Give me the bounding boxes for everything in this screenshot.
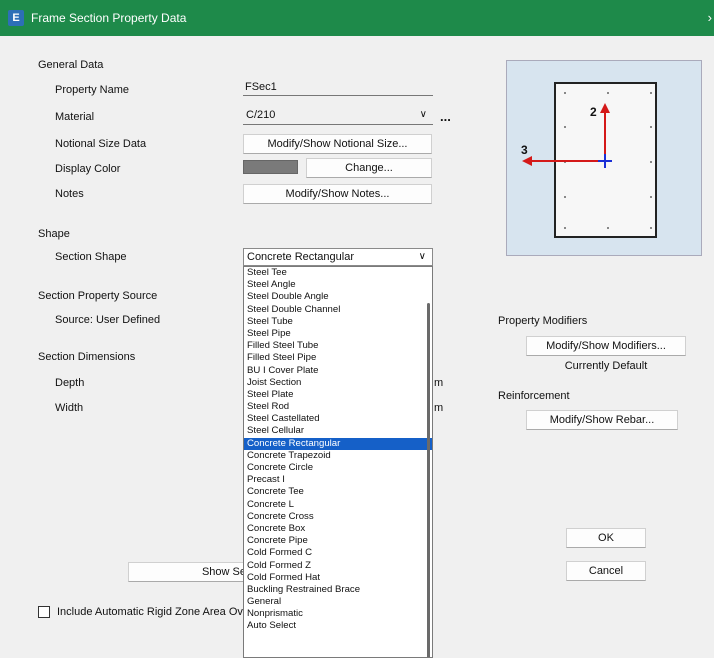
dropdown-option[interactable]: Cold Formed Z [244,560,432,572]
dropdown-option[interactable]: Joist Section [244,377,432,389]
dropdown-option[interactable]: Concrete Trapezoid [244,450,432,462]
section-dimensions-title: Section Dimensions [38,351,136,363]
property-name-input[interactable]: FSec1 [243,80,433,96]
local-axes [522,92,652,229]
depth-unit: m [434,377,444,389]
dropdown-option[interactable]: Steel Tube [244,316,432,328]
modify-modifiers-button[interactable]: Modify/Show Modifiers... [526,336,686,356]
dropdown-option[interactable]: Concrete L [244,499,432,511]
dropdown-option[interactable]: Concrete Rectangular [244,437,432,450]
modify-rebar-button[interactable]: Modify/Show Rebar... [526,410,678,430]
dropdown-option[interactable]: Steel Castellated [244,413,432,425]
dropdown-option[interactable]: Concrete Box [244,523,432,535]
dropdown-option[interactable]: Steel Double Angle [244,291,432,303]
shape-title: Shape [38,228,70,240]
material-value: C/210 [246,109,276,121]
width-unit: m [434,402,444,414]
material-more-button[interactable]: ... [440,109,451,124]
notional-size-label: Notional Size Data [55,138,147,150]
dropdown-option[interactable]: Steel Angle [244,279,432,291]
property-name-label: Property Name [55,84,129,96]
title-bar: E Frame Section Property Data › [0,0,714,36]
cancel-button[interactable]: Cancel [566,561,646,581]
dropdown-option[interactable]: Steel Plate [244,389,432,401]
display-color-swatch [243,160,298,174]
modifiers-status: Currently Default [564,360,648,372]
material-select[interactable]: C/210 ∨ [243,107,433,125]
dropdown-option[interactable]: BU I Cover Plate [244,365,432,377]
dropdown-option[interactable]: Concrete Circle [244,462,432,474]
section-preview: 2 3 [506,60,702,256]
dropdown-option[interactable]: Cold Formed Hat [244,572,432,584]
dropdown-option[interactable]: Precast I [244,474,432,486]
depth-label: Depth [55,377,85,389]
section-shape-select[interactable]: Concrete Rectangular ∨ [243,248,433,266]
section-property-source-title: Section Property Source [38,290,158,302]
dropdown-option[interactable]: Steel Pipe [244,328,432,340]
dropdown-option[interactable]: General [244,596,432,608]
axis-2-label: 2 [590,105,597,119]
section-shape-label: Section Shape [55,251,127,263]
axis-2-arrow-icon [600,103,610,113]
dropdown-option[interactable]: Buckling Restrained Brace [244,584,432,596]
rigid-zone-checkbox[interactable] [38,606,50,618]
source-text: Source: User Defined [55,314,161,326]
notes-label: Notes [55,188,84,200]
section-shape-dropdown-list[interactable]: Steel Tee Steel Angle Steel Double Angle St… [243,266,433,658]
dropdown-option[interactable]: Cold Formed C [244,547,432,559]
dropdown-option[interactable]: Steel Tee [244,267,432,279]
dropdown-option[interactable]: Steel Rod [244,401,432,413]
material-label: Material [55,111,95,123]
dropdown-scrollbar[interactable] [427,303,430,657]
dropdown-option[interactable]: Auto Select [244,620,432,632]
axis-3-label: 3 [521,143,528,157]
notes-button[interactable]: Modify/Show Notes... [243,184,432,204]
dropdown-option[interactable]: Filled Steel Pipe [244,352,432,364]
dropdown-option[interactable]: Filled Steel Tube [244,340,432,352]
rigid-zone-label: Include Automatic Rigid Zone Area Ove [57,606,249,618]
general-data-title: General Data [38,59,104,71]
dropdown-option[interactable]: Concrete Tee [244,486,432,498]
width-label: Width [55,402,84,414]
dropdown-option[interactable]: Steel Cellular [244,425,432,437]
dropdown-option[interactable]: Nonprismatic [244,608,432,620]
dropdown-option[interactable]: Steel Double Channel [244,304,432,316]
etabs-app-icon: E [8,10,24,26]
change-color-button[interactable]: Change... [306,158,432,178]
show-section-button[interactable]: Show Se [128,562,248,582]
display-color-label: Display Color [55,163,121,175]
property-modifiers-title: Property Modifiers [498,315,588,327]
close-icon[interactable]: › [708,10,712,25]
window-title: Frame Section Property Data [31,11,187,25]
chevron-down-icon: ∨ [419,109,427,120]
chevron-down-icon: ∨ [418,251,426,262]
dropdown-option[interactable]: Concrete Pipe [244,535,432,547]
dropdown-option[interactable]: Concrete Cross [244,511,432,523]
ok-button[interactable]: OK [566,528,646,548]
axis-3-arrow-icon [522,156,532,166]
section-shape-value: Concrete Rectangular [247,251,355,263]
reinforcement-title: Reinforcement [498,390,570,402]
notional-size-button[interactable]: Modify/Show Notional Size... [243,134,432,154]
